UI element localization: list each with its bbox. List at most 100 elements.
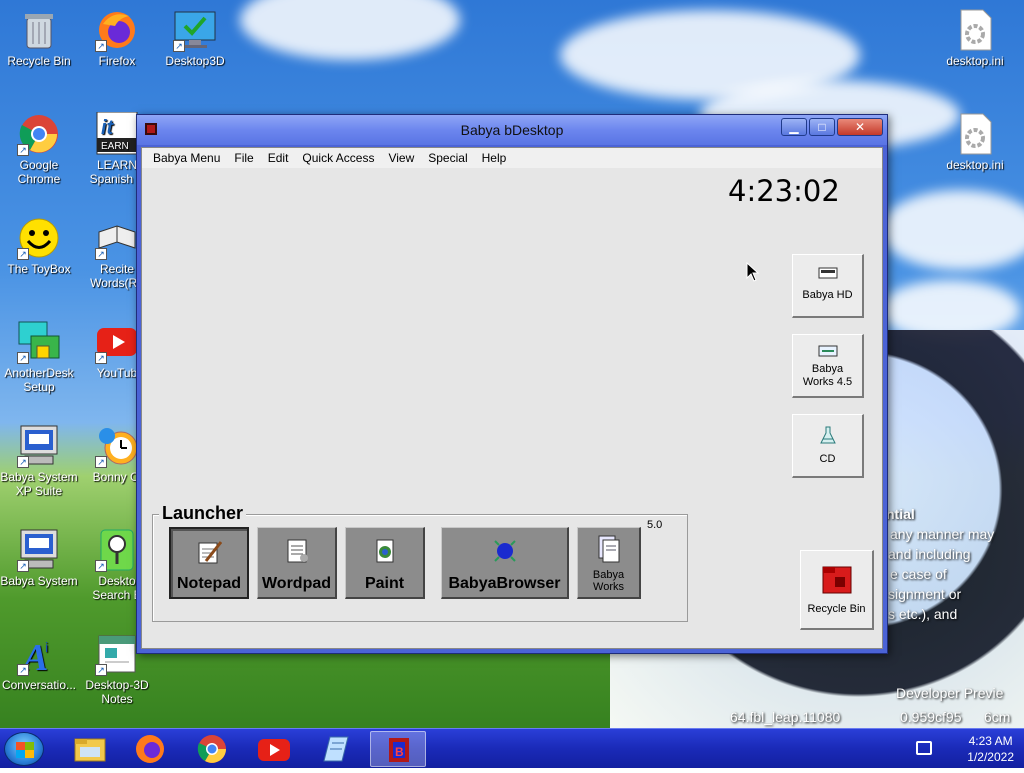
- desktop-icon-label: Bonny Cl: [92, 470, 142, 484]
- launcher-paint-button[interactable]: Paint: [345, 527, 425, 599]
- svg-text:EARN: EARN: [101, 141, 129, 152]
- cd-drive-label: CD: [819, 453, 836, 465]
- drive-icon: [817, 343, 839, 359]
- youtube-icon: ↗: [95, 320, 139, 364]
- window-system-icon[interactable]: [145, 123, 157, 135]
- menu-file[interactable]: File: [227, 151, 260, 165]
- minimize-button[interactable]: ▁: [781, 118, 807, 136]
- wallpaper-text: 0.959cf95: [900, 709, 962, 725]
- chrome-icon: ↗: [17, 112, 61, 156]
- desktop-icon-label: Deskto Search B: [92, 574, 142, 602]
- babya-bdesktop-window[interactable]: Babya bDesktop ▁ □ ✕ Babya Menu File Edi…: [136, 114, 888, 654]
- hard-drive-icon: [817, 265, 839, 281]
- paint-label: Paint: [364, 575, 405, 592]
- taskbar-notepad[interactable]: [308, 731, 364, 767]
- paint-icon: [372, 538, 398, 564]
- babya-works-icon: [593, 532, 625, 564]
- menu-special[interactable]: Special: [421, 151, 474, 165]
- window-client-area: Babya Menu File Edit Quick Access View S…: [141, 147, 883, 649]
- notepad-icon: [323, 736, 349, 762]
- taskbar-date: 1/2/2022: [967, 750, 1014, 764]
- launcher-notepad-button[interactable]: Notepad: [169, 527, 249, 599]
- settings-file-icon: [953, 8, 997, 52]
- taskbar-youtube[interactable]: [246, 731, 302, 767]
- desktop-icon-label: Babya System: [0, 574, 78, 588]
- desktop-icon-label: Firefox: [98, 54, 136, 68]
- desktop-icon-babya-system[interactable]: ↗ Babya System: [0, 528, 78, 588]
- wallpaper-text: s etc.), and: [888, 606, 958, 622]
- smiley-icon: ↗: [17, 216, 61, 260]
- taskbar-chrome[interactable]: [184, 731, 240, 767]
- recycle-bin-button[interactable]: Recycle Bin: [800, 550, 874, 630]
- close-button[interactable]: ✕: [837, 118, 883, 136]
- desktop-icon-firefox[interactable]: ↗ Firefox: [78, 8, 156, 68]
- system-clock[interactable]: 4:23 AM 1/2/2022: [967, 733, 1014, 765]
- svg-text:B: B: [395, 745, 404, 759]
- desktop-icon-desktop-ini[interactable]: desktop.ini: [936, 112, 1014, 172]
- notes-icon: ↗: [95, 632, 139, 676]
- menu-view[interactable]: View: [381, 151, 421, 165]
- desktop-icon-babya-system-xp-suite[interactable]: ↗ Babya System XP Suite: [0, 424, 78, 498]
- desktop-icon-label: Desktop3D: [165, 54, 225, 68]
- search-icon: ↗: [95, 528, 139, 572]
- svg-text:it: it: [101, 117, 115, 139]
- desktop-icon-anotherdesk-setup[interactable]: ↗ AnotherDesk Setup: [0, 320, 78, 394]
- wallpaper-text: any manner may: [890, 526, 995, 542]
- launcher-wordpad-button[interactable]: Wordpad: [257, 527, 337, 599]
- wallpaper-text: 64.fbl_leap.11080: [730, 709, 841, 725]
- desktop-icon-recycle-bin[interactable]: Recycle Bin: [0, 8, 78, 68]
- babya-works-drive-button[interactable]: Babya Works 4.5: [792, 334, 864, 398]
- desktop-icon-conversation[interactable]: Ai ↗ Conversatio...: [0, 632, 78, 692]
- desktop-icon-label: desktop.ini: [946, 158, 1004, 172]
- babya-hd-button[interactable]: Babya HD: [792, 254, 864, 318]
- taskbar-file-explorer[interactable]: [62, 731, 118, 767]
- computer-icon: ↗: [17, 528, 61, 572]
- book-icon: ↗: [95, 216, 139, 260]
- window-titlebar[interactable]: Babya bDesktop ▁ □ ✕: [137, 115, 887, 145]
- anotherdesk-icon: ↗: [17, 320, 61, 364]
- desktop-icon-label: The ToyBox: [7, 262, 71, 276]
- desktop-icon-desktop-ini[interactable]: desktop.ini: [936, 8, 1014, 68]
- menu-quick-access[interactable]: Quick Access: [295, 151, 381, 165]
- clock-display: 4:23:02: [728, 174, 840, 208]
- babya-bdesktop-icon: B: [389, 738, 409, 762]
- bonny-clock-icon: ↗: [95, 424, 139, 468]
- launcher-babyabrowser-button[interactable]: BabyaBrowser: [441, 527, 569, 599]
- globe-icon: [492, 538, 518, 564]
- wallpaper-text: Developer Previe: [896, 685, 1004, 701]
- desktop-icon-the-toybox[interactable]: ↗ The ToyBox: [0, 216, 78, 276]
- chrome-icon: [197, 735, 226, 763]
- firefox-icon: ↗: [95, 8, 139, 52]
- desktop-icon-label: YouTub: [96, 366, 138, 380]
- start-button[interactable]: [4, 732, 44, 766]
- menu-help[interactable]: Help: [475, 151, 514, 165]
- desktop-icon-desktop3d[interactable]: ↗ Desktop3D: [156, 8, 234, 68]
- launcher-panel: Launcher 5.0 Notepad Wordpad Paint Babya…: [152, 503, 688, 622]
- wallpaper-text: signment or: [888, 586, 962, 602]
- menu-edit[interactable]: Edit: [261, 151, 296, 165]
- cd-drive-button[interactable]: CD: [792, 414, 864, 478]
- firefox-icon: [136, 735, 164, 763]
- desktop-icon-label: Desktop-3D Notes: [85, 678, 149, 706]
- wallpaper-text: 6cm: [984, 709, 1011, 725]
- computer-icon: ↗: [17, 424, 61, 468]
- taskbar-babya-bdesktop[interactable]: B: [370, 731, 426, 767]
- wallpaper-text: and including: [888, 546, 971, 562]
- notepad-label: Notepad: [177, 575, 241, 592]
- launcher-babya-works-button[interactable]: Babya Works: [577, 527, 641, 599]
- network-icon[interactable]: [916, 741, 932, 755]
- taskbar-time: 4:23 AM: [968, 734, 1013, 748]
- recycle-bin-icon: [821, 565, 853, 595]
- desktop-icon-google-chrome[interactable]: ↗ Google Chrome: [0, 112, 78, 186]
- window-title: Babya bDesktop: [460, 122, 564, 138]
- desktop-icon-label: Google Chrome: [17, 158, 61, 186]
- menu-babya-menu[interactable]: Babya Menu: [146, 151, 227, 165]
- conversation-icon: Ai ↗: [17, 632, 61, 679]
- babyabrowser-label: BabyaBrowser: [448, 575, 561, 592]
- desktop-icon-label: Recycle Bin: [7, 54, 71, 68]
- maximize-button[interactable]: □: [809, 118, 835, 136]
- settings-file-icon: [953, 112, 997, 156]
- taskbar-firefox[interactable]: [122, 731, 178, 767]
- cd-icon: [817, 425, 839, 447]
- file-explorer-icon: [74, 738, 106, 762]
